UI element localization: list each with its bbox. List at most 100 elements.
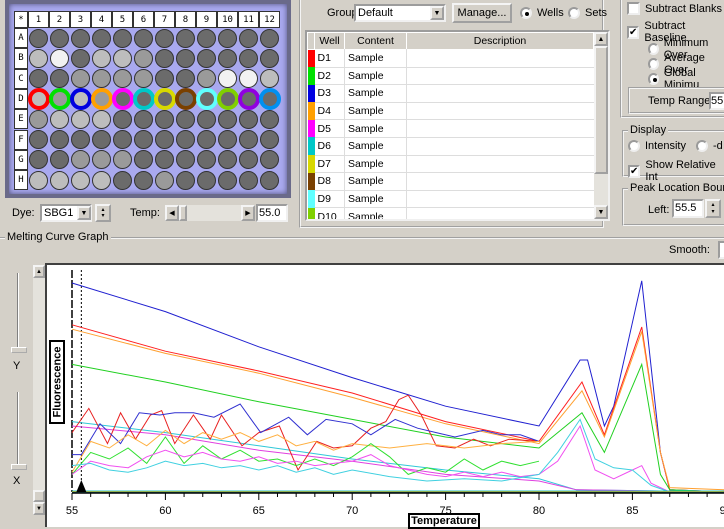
column-header-11[interactable]: 11 <box>238 11 259 28</box>
peak-left-spinner[interactable]: ▴ ▾ <box>705 199 721 218</box>
radio[interactable] <box>628 140 640 152</box>
well-A2[interactable] <box>50 28 69 48</box>
well-G2[interactable] <box>50 150 69 170</box>
show-relative-checkbox[interactable]: ✔ <box>628 164 641 178</box>
well-B5[interactable] <box>113 48 132 68</box>
well-C11[interactable] <box>239 69 258 89</box>
row-header-F[interactable]: F <box>14 129 28 150</box>
graph-scrollbar[interactable]: ▲ ▼ <box>33 265 45 515</box>
well-D2[interactable] <box>48 88 71 111</box>
chevron-down-icon[interactable]: ▼ <box>77 206 91 220</box>
row-header-D[interactable]: D <box>14 88 28 110</box>
well-B11[interactable] <box>239 48 258 68</box>
well-H6[interactable] <box>134 170 153 190</box>
well-H7[interactable] <box>155 170 174 190</box>
table-row[interactable]: D5 Sample <box>307 119 594 138</box>
well-E12[interactable] <box>260 109 279 129</box>
well-plate[interactable]: * 1 2 3 4 5 6 7 8 9 10 11 12 A B C D E F G H <box>5 0 291 198</box>
column-header-3[interactable]: 3 <box>70 11 91 28</box>
well-D12[interactable] <box>258 88 281 111</box>
well-C6[interactable] <box>134 69 153 89</box>
well-E5[interactable] <box>113 109 132 129</box>
well-G6[interactable] <box>134 150 153 170</box>
table-row[interactable]: D4 Sample <box>307 102 594 121</box>
well-C2[interactable] <box>50 69 69 89</box>
column-header-1[interactable]: 1 <box>28 11 49 28</box>
well-C7[interactable] <box>155 69 174 89</box>
subtract-blanks[interactable]: Subtract Blanks <box>627 2 722 15</box>
well-F12[interactable] <box>260 130 279 150</box>
well-A7[interactable] <box>155 28 174 48</box>
x-slider-thumb[interactable] <box>11 464 27 470</box>
wells-radio[interactable]: Wells <box>520 7 564 19</box>
well-B2[interactable] <box>50 48 69 68</box>
well-G4[interactable] <box>92 150 111 170</box>
well-B4[interactable] <box>92 48 111 68</box>
well-G8[interactable] <box>176 150 195 170</box>
well-E1[interactable] <box>29 109 48 129</box>
column-header-5[interactable]: 5 <box>112 11 133 28</box>
x-slider-track[interactable] <box>17 392 19 468</box>
well-B9[interactable] <box>197 48 216 68</box>
scroll-down-icon[interactable]: ▼ <box>594 205 608 219</box>
well-F2[interactable] <box>50 130 69 150</box>
manage-button[interactable]: Manage... <box>452 3 512 23</box>
well-G9[interactable] <box>197 150 216 170</box>
table-row[interactable]: D8 Sample <box>307 172 594 191</box>
well-G7[interactable] <box>155 150 174 170</box>
well-F5[interactable] <box>113 130 132 150</box>
left-arrow-icon[interactable]: ◀ <box>165 205 179 221</box>
peak-left-input[interactable]: 55.5 <box>672 199 704 218</box>
slider-thumb[interactable] <box>179 205 187 221</box>
temp-input[interactable]: 55.0 <box>256 204 288 222</box>
radio-sets[interactable] <box>568 7 580 19</box>
well-E4[interactable] <box>92 109 111 129</box>
well-E7[interactable] <box>155 109 174 129</box>
well-H10[interactable] <box>218 170 237 190</box>
well-B1[interactable] <box>29 48 48 68</box>
well-G5[interactable] <box>113 150 132 170</box>
well-H12[interactable] <box>260 170 279 190</box>
well-G1[interactable] <box>29 150 48 170</box>
table-row[interactable]: D1 Sample <box>307 49 594 68</box>
scroll-up-icon[interactable]: ▲ <box>33 265 45 278</box>
well-D3[interactable] <box>69 88 92 111</box>
column-header-8[interactable]: 8 <box>175 11 196 28</box>
show-relative[interactable]: ✔ Show Relative Int <box>628 159 724 183</box>
well-A1[interactable] <box>29 28 48 48</box>
well-G10[interactable] <box>218 150 237 170</box>
well-D8[interactable] <box>174 88 197 111</box>
well-F4[interactable] <box>92 130 111 150</box>
well-C4[interactable] <box>92 69 111 89</box>
well-B7[interactable] <box>155 48 174 68</box>
melting-curve-chart[interactable]: 5560657075808590 <box>45 263 724 527</box>
well-C5[interactable] <box>113 69 132 89</box>
row-header-B[interactable]: B <box>14 48 28 69</box>
table-scrollbar[interactable]: ▲ ▼ <box>594 32 608 219</box>
table-row[interactable]: D9 Sample <box>307 190 594 209</box>
well-G3[interactable] <box>71 150 90 170</box>
display-derivative[interactable]: -d <box>696 140 723 152</box>
well-E2[interactable] <box>50 109 69 129</box>
sets-radio[interactable]: Sets <box>568 7 607 19</box>
well-H8[interactable] <box>176 170 195 190</box>
table-row[interactable]: D2 Sample <box>307 67 594 86</box>
well-C10[interactable] <box>218 69 237 89</box>
well-A11[interactable] <box>239 28 258 48</box>
well-D9[interactable] <box>195 88 218 111</box>
column-header-10[interactable]: 10 <box>217 11 238 28</box>
well-G11[interactable] <box>239 150 258 170</box>
well-E6[interactable] <box>134 109 153 129</box>
well-G12[interactable] <box>260 150 279 170</box>
well-B12[interactable] <box>260 48 279 68</box>
display-intensity[interactable]: Intensity <box>628 140 686 152</box>
well-A9[interactable] <box>197 28 216 48</box>
temp-slider[interactable]: ◀ ▶ <box>165 205 255 221</box>
row-header-G[interactable]: G <box>14 149 28 171</box>
well-F7[interactable] <box>155 130 174 150</box>
well-D11[interactable] <box>237 88 260 111</box>
subtract-blanks-checkbox[interactable] <box>627 2 640 15</box>
well-D4[interactable] <box>90 88 113 111</box>
well-B10[interactable] <box>218 48 237 68</box>
column-header-9[interactable]: 9 <box>196 11 217 28</box>
